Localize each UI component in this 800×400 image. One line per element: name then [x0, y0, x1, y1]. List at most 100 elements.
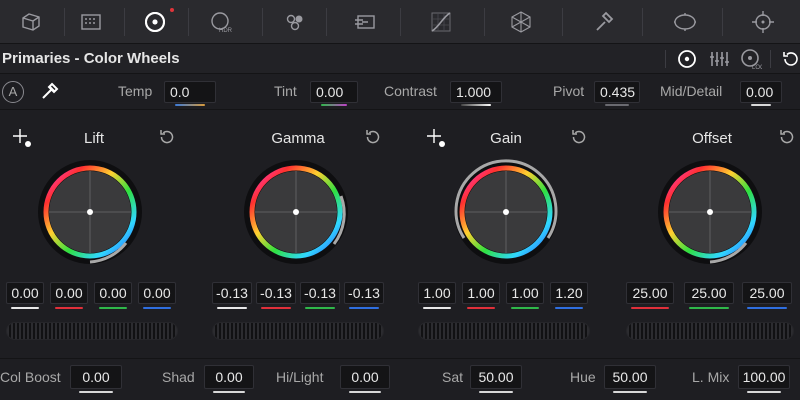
contrast-gradient-bar	[461, 104, 491, 106]
temp-field[interactable]: 0.0	[164, 81, 216, 106]
motion-effects-icon	[355, 15, 375, 29]
lift-color-wheel[interactable]	[36, 158, 144, 266]
crosshair-picker-icon	[427, 129, 445, 147]
gain-b-field[interactable]: 1.20	[550, 282, 588, 309]
col-boost-label: Col Boost	[0, 369, 61, 385]
gamma-color-wheel[interactable]	[242, 158, 350, 266]
panel-header: Primaries - Color Wheels LOG	[0, 44, 800, 74]
gamma-r-field[interactable]: -0.13	[256, 282, 296, 309]
reset-icon	[366, 130, 380, 144]
pivot-field[interactable]: 0.435	[594, 81, 640, 106]
camera-raw-icon	[22, 13, 40, 31]
panel-title: Primaries - Color Wheels	[2, 50, 180, 67]
auto-white-balance-button[interactable]	[38, 81, 60, 103]
reset-icon	[780, 130, 794, 144]
tracker-icon	[752, 11, 774, 33]
gain-g-field[interactable]: 1.00	[506, 282, 544, 309]
hdr-button[interactable]: HDR	[196, 0, 246, 44]
offset-reset-button[interactable]	[778, 128, 796, 146]
offset-color-wheel[interactable]	[656, 158, 764, 266]
gain-color-wheel[interactable]	[452, 158, 560, 266]
gamma-g-field[interactable]: -0.13	[300, 282, 340, 309]
reset-all-icon	[783, 52, 798, 66]
mid-detail-label: Mid/Detail	[660, 83, 723, 99]
window-button[interactable]	[660, 0, 710, 44]
hue-label: Hue	[570, 369, 596, 385]
offset-r-field[interactable]: 25.00	[626, 282, 674, 309]
gamma-y-field[interactable]: -0.13	[212, 282, 252, 309]
svg-text:LOG: LOG	[752, 65, 762, 70]
color-warper-button[interactable]	[496, 0, 546, 44]
gamma-wheel-handle	[293, 209, 299, 215]
color-wheels-button[interactable]	[130, 0, 180, 44]
shad-label: Shad	[162, 369, 195, 385]
reset-all-button[interactable]	[780, 48, 800, 70]
gamma-b-field[interactable]: -0.13	[344, 282, 384, 309]
lift-b-field[interactable]: 0.00	[138, 282, 176, 309]
lift-reset-button[interactable]	[158, 128, 176, 146]
motion-effects-button[interactable]	[340, 0, 390, 44]
color-match-button[interactable]	[66, 0, 116, 44]
offset-g-field[interactable]: 25.00	[684, 282, 734, 309]
rgb-mixer-button[interactable]	[270, 0, 320, 44]
curves-button[interactable]	[416, 0, 466, 44]
shad-field[interactable]: 0.00	[204, 365, 254, 393]
temp-value: 0.0	[170, 84, 190, 100]
tint-value: 0.00	[316, 84, 344, 100]
crosshair-picker-icon	[13, 129, 31, 147]
gain-picker-button[interactable]	[426, 128, 446, 148]
color-match-icon	[81, 14, 101, 30]
camera-raw-button[interactable]	[6, 0, 56, 44]
pivot-value: 0.435	[600, 84, 636, 100]
hi-light-field[interactable]: 0.00	[340, 365, 390, 393]
qualifier-icon	[596, 11, 614, 31]
tint-field[interactable]: 0.00	[310, 81, 358, 106]
log-wheels-mode-button[interactable]: LOG	[740, 48, 762, 70]
rgb-mixer-icon	[286, 14, 303, 31]
hdr-icon: HDR	[211, 12, 233, 34]
gain-r-field[interactable]: 1.00	[462, 282, 500, 309]
temp-gradient-bar	[175, 104, 205, 106]
qualifier-button[interactable]	[578, 0, 628, 44]
palette-toolbar: HDR	[0, 0, 800, 44]
primaries-wheels-mode-button[interactable]	[676, 48, 698, 70]
auto-balance-button[interactable]: A	[2, 81, 24, 103]
gain-reset-button[interactable]	[570, 128, 588, 146]
lift-picker-button[interactable]	[12, 128, 32, 148]
gain-master-wheel[interactable]	[418, 322, 590, 340]
wheels-mode-icon	[678, 50, 696, 68]
mid-detail-bar	[751, 104, 771, 106]
gain-y-field[interactable]: 1.00	[418, 282, 456, 309]
lift-y-field[interactable]: 0.00	[6, 282, 44, 309]
color-wheels-icon	[145, 12, 165, 32]
hi-light-label: Hi/Light	[276, 369, 324, 385]
tint-gradient-bar	[321, 104, 347, 106]
offset-b-field[interactable]: 25.00	[742, 282, 792, 309]
contrast-label: Contrast	[384, 83, 437, 99]
mid-detail-field[interactable]: 0.00	[740, 81, 782, 106]
lift-master-wheel[interactable]	[6, 322, 178, 340]
hue-field[interactable]: 50.00	[604, 365, 656, 393]
lift-r-field[interactable]: 0.00	[50, 282, 88, 309]
offset-wheel-handle	[707, 209, 713, 215]
window-icon	[674, 13, 696, 31]
tint-label: Tint	[274, 83, 297, 99]
tracker-button[interactable]	[738, 0, 788, 44]
primaries-bars-mode-button[interactable]	[708, 48, 730, 70]
gamma-reset-button[interactable]	[364, 128, 382, 146]
color-warper-icon	[511, 11, 531, 33]
bars-mode-icon	[710, 52, 729, 66]
contrast-value: 1.000	[456, 84, 492, 100]
active-indicator	[170, 8, 174, 12]
lift-g-field[interactable]: 0.00	[94, 282, 132, 309]
offset-master-wheel[interactable]	[626, 322, 794, 340]
primary-params-row: A Temp 0.0 Tint 0.00 Contrast 1.000 Pivo…	[0, 74, 800, 110]
contrast-field[interactable]: 1.000	[450, 81, 502, 106]
gain-label: Gain	[490, 130, 522, 147]
l-mix-label: L. Mix	[692, 369, 730, 385]
l-mix-field[interactable]: 100.00	[738, 365, 790, 393]
gamma-master-wheel[interactable]	[212, 322, 384, 340]
curves-icon	[431, 12, 451, 32]
col-boost-field[interactable]: 0.00	[70, 365, 122, 393]
sat-field[interactable]: 50.00	[470, 365, 522, 393]
